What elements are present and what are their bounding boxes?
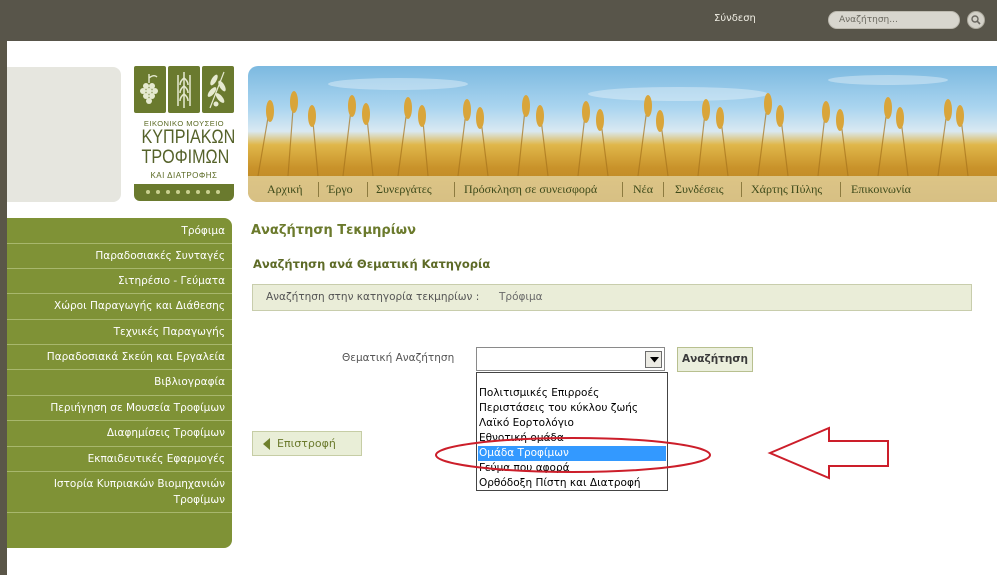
grapes-wheat-olive-icon [140, 71, 226, 109]
sidebar-item-industry-history-line2[interactable]: Τροφίμων [7, 494, 232, 506]
page-title: Αναζήτηση Τεκμηρίων [251, 223, 416, 238]
wheat-banner-image: Αρχική Έργο Συνεργάτες Πρόσκληση σε συνε… [248, 66, 997, 202]
option-food-group[interactable]: Ομάδα Τροφίμων [478, 446, 666, 461]
chevron-down-icon [650, 357, 659, 363]
sidebar-item-bibliography[interactable]: Βιβλιογραφία [7, 376, 232, 388]
arrow-left-icon [263, 438, 270, 450]
site-logo[interactable]: ΕΙΚΟΝΙΚΟ ΜΟΥΣΕΙΟ ΚΥΠΡΙΑΚΩΝ ΤΡΟΦΙΜΩΝ ΚΑΙ … [134, 66, 236, 202]
nav-home[interactable]: Αρχική [267, 182, 303, 197]
main-navigation: Αρχική Έργο Συνεργάτες Πρόσκληση σε συνε… [248, 176, 997, 202]
nav-news[interactable]: Νέα [633, 182, 653, 197]
option-meal[interactable]: Γεύμα που αφορά [478, 461, 666, 476]
option-ethnic-group[interactable]: Εθνοτική ομάδα [478, 431, 666, 446]
logo-line4: ΚΑΙ ΔΙΑΤΡΟΦΗΣ [150, 171, 218, 180]
sidebar-item-utensils[interactable]: Παραδοσιακά Σκεύη και Εργαλεία [7, 351, 232, 363]
decorative-panel [7, 67, 121, 202]
back-button-label: Επιστροφή [277, 437, 336, 450]
logo-dots-strip [134, 184, 234, 201]
top-bar: Σύνδεση Αναζήτηση... [0, 0, 997, 41]
nav-links[interactable]: Συνδέσεις [675, 182, 724, 197]
nav-contact[interactable]: Επικοινωνία [851, 182, 911, 197]
select-dropdown-button[interactable] [645, 351, 662, 368]
logo-line3: ΤΡΟΦΙΜΩΝ [141, 147, 230, 168]
thematic-search-label: Θεματική Αναζήτηση [342, 352, 455, 364]
site-search-input[interactable]: Αναζήτηση... [828, 11, 960, 29]
sidebar-item-recipes[interactable]: Παραδοσιακές Συνταγές [7, 250, 232, 262]
option-life-cycle[interactable]: Περιστάσεις του κύκλου ζωής [478, 401, 666, 416]
nav-project[interactable]: Έργο [327, 182, 353, 197]
thematic-options-list: Πολιτισμικές Επιρροές Περιστάσεις του κύ… [476, 372, 668, 491]
logo-emblem [134, 66, 234, 116]
sidebar-item-educational-apps[interactable]: Εκπαιδευτικές Εφαρμογές [7, 453, 232, 465]
nav-contribute[interactable]: Πρόσκληση σε συνεισφορά [464, 182, 597, 197]
logo-line2: ΚΥΠΡΙΑΚΩΝ [141, 127, 236, 148]
search-button[interactable]: Αναζήτηση [677, 347, 753, 372]
sidebar-item-food-ads[interactable]: Διαφημίσεις Τροφίμων [7, 427, 232, 439]
page-subtitle: Αναζήτηση ανά Θεματική Κατηγορία [253, 257, 491, 271]
category-info-box: Αναζήτηση στην κατηγορία τεκμηρίων : Τρό… [252, 284, 972, 311]
site-search-button[interactable] [967, 11, 985, 29]
sidebar-item-production-techniques[interactable]: Τεχνικές Παραγωγής [7, 326, 232, 338]
sidebar-item-industry-history[interactable]: Ιστορία Κυπριακών Βιομηχανιών [7, 478, 232, 490]
login-link[interactable]: Σύνδεση [714, 13, 756, 24]
search-icon [971, 15, 981, 25]
category-value: Τρόφιμα [499, 291, 543, 303]
sidebar-item-meals[interactable]: Σιτηρέσιο - Γεύματα [7, 275, 232, 287]
nav-sitemap[interactable]: Χάρτης Πύλης [751, 182, 822, 197]
sidebar-item-foods[interactable]: Τρόφιμα [7, 225, 232, 237]
option-cultural-influences[interactable]: Πολιτισμικές Επιρροές [478, 386, 666, 401]
sidebar-item-production-places[interactable]: Χώροι Παραγωγής και Διάθεσης [7, 300, 232, 312]
back-button[interactable]: Επιστροφή [252, 431, 362, 456]
thematic-select[interactable] [476, 347, 665, 371]
nav-partners[interactable]: Συνεργάτες [376, 182, 432, 197]
category-label: Αναζήτηση στην κατηγορία τεκμηρίων : [266, 291, 480, 303]
sidebar-item-museum-tour[interactable]: Περιήγηση σε Μουσεία Τροφίμων [7, 402, 232, 414]
category-sidebar: Τρόφιμα Παραδοσιακές Συνταγές Σιτηρέσιο … [7, 218, 232, 548]
option-orthodox-faith[interactable]: Ορθόδοξη Πίστη και Διατροφή [478, 476, 666, 491]
option-folk-calendar[interactable]: Λαϊκό Εορτολόγιο [478, 416, 666, 431]
